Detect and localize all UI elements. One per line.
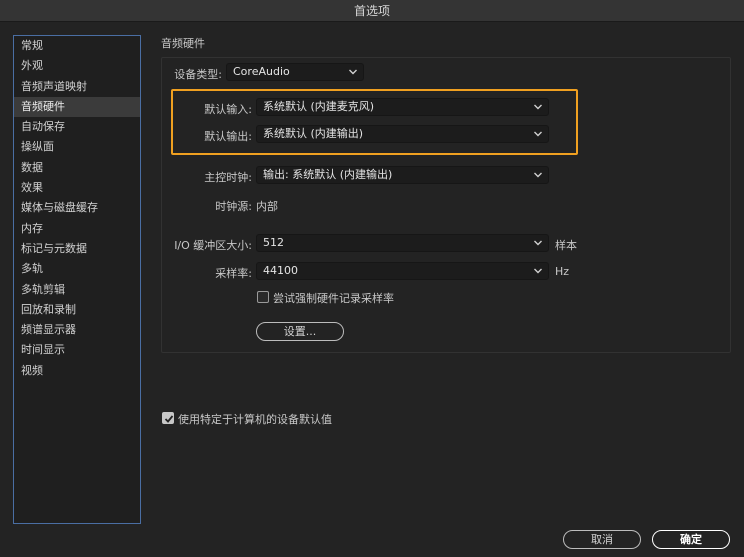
sidebar-item[interactable]: 视频 bbox=[14, 361, 140, 381]
force-sample-rate-checkbox[interactable] bbox=[257, 291, 269, 303]
sample-rate-label: 采样率: bbox=[215, 267, 252, 280]
chevron-down-icon bbox=[534, 268, 542, 274]
device-type-select[interactable]: CoreAudio bbox=[226, 63, 364, 81]
sidebar-item[interactable]: 外观 bbox=[14, 56, 140, 76]
sidebar-item[interactable]: 频谱显示器 bbox=[14, 320, 140, 340]
ok-button[interactable]: 确定 bbox=[652, 530, 730, 549]
force-sample-rate-label: 尝试强制硬件记录采样率 bbox=[273, 292, 394, 305]
sidebar-item[interactable]: 时间显示 bbox=[14, 340, 140, 360]
chevron-down-icon bbox=[349, 69, 357, 75]
sidebar-item[interactable]: 媒体与磁盘缓存 bbox=[14, 198, 140, 218]
buffer-size-value: 512 bbox=[263, 236, 284, 249]
sidebar-item[interactable]: 音频硬件 bbox=[14, 96, 140, 118]
default-output-label: 默认输出: bbox=[204, 130, 252, 143]
checkmark-icon bbox=[164, 415, 174, 423]
device-type-value: CoreAudio bbox=[233, 65, 290, 78]
chevron-down-icon bbox=[534, 172, 542, 178]
default-output-select[interactable]: 系统默认 (内建输出) bbox=[256, 125, 549, 143]
sidebar-item[interactable]: 自动保存 bbox=[14, 117, 140, 137]
sidebar-item[interactable]: 多轨剪辑 bbox=[14, 280, 140, 300]
chevron-down-icon bbox=[534, 131, 542, 137]
use-machine-defaults-checkbox[interactable] bbox=[162, 412, 174, 424]
use-machine-defaults-label: 使用特定于计算机的设备默认值 bbox=[178, 413, 332, 426]
sidebar-item[interactable]: 音频声道映射 bbox=[14, 77, 140, 97]
settings-button[interactable]: 设置... bbox=[256, 322, 344, 341]
sidebar-list: 常规 外观 音频声道映射 音频硬件 自动保存 操纵面 数据 效果 媒体与磁盘缓存 内存 标记与元数据… bbox=[14, 36, 140, 381]
buffer-size-label: I/O 缓冲区大小: bbox=[174, 239, 252, 252]
sample-rate-select[interactable]: 44100 bbox=[256, 262, 549, 280]
panel-title: 音频硬件 bbox=[161, 37, 205, 50]
master-clock-select[interactable]: 输出: 系统默认 (内建输出) bbox=[256, 166, 549, 184]
sidebar-item[interactable]: 回放和录制 bbox=[14, 300, 140, 320]
sidebar-item[interactable]: 常规 bbox=[14, 36, 140, 56]
cancel-button[interactable]: 取消 bbox=[563, 530, 641, 549]
device-type-label: 设备类型: bbox=[174, 68, 222, 81]
sidebar-item[interactable]: 操纵面 bbox=[14, 137, 140, 157]
buffer-size-unit: 样本 bbox=[555, 239, 577, 252]
default-input-label: 默认输入: bbox=[204, 103, 252, 116]
sample-rate-unit: Hz bbox=[555, 265, 570, 278]
master-clock-label: 主控时钟: bbox=[204, 171, 252, 184]
buffer-size-select[interactable]: 512 bbox=[256, 234, 549, 252]
sidebar-item[interactable]: 效果 bbox=[14, 178, 140, 198]
sidebar-item[interactable]: 标记与元数据 bbox=[14, 239, 140, 259]
default-input-value: 系统默认 (内建麦克风) bbox=[263, 100, 375, 113]
preferences-sidebar: 常规 外观 音频声道映射 音频硬件 自动保存 操纵面 数据 效果 媒体与磁盘缓存 内存 标记与元数据… bbox=[13, 35, 141, 524]
clock-source-label: 时钟源: bbox=[215, 200, 252, 213]
chevron-down-icon bbox=[534, 104, 542, 110]
window-title: 首选项 bbox=[0, 0, 744, 22]
sidebar-item[interactable]: 数据 bbox=[14, 158, 140, 178]
sidebar-item[interactable]: 内存 bbox=[14, 219, 140, 239]
default-input-select[interactable]: 系统默认 (内建麦克风) bbox=[256, 98, 549, 116]
chevron-down-icon bbox=[534, 240, 542, 246]
clock-source-value: 内部 bbox=[256, 200, 278, 213]
sidebar-item[interactable]: 多轨 bbox=[14, 259, 140, 279]
sample-rate-value: 44100 bbox=[263, 264, 298, 277]
default-output-value: 系统默认 (内建输出) bbox=[263, 127, 364, 140]
master-clock-value: 输出: 系统默认 (内建输出) bbox=[263, 168, 393, 181]
